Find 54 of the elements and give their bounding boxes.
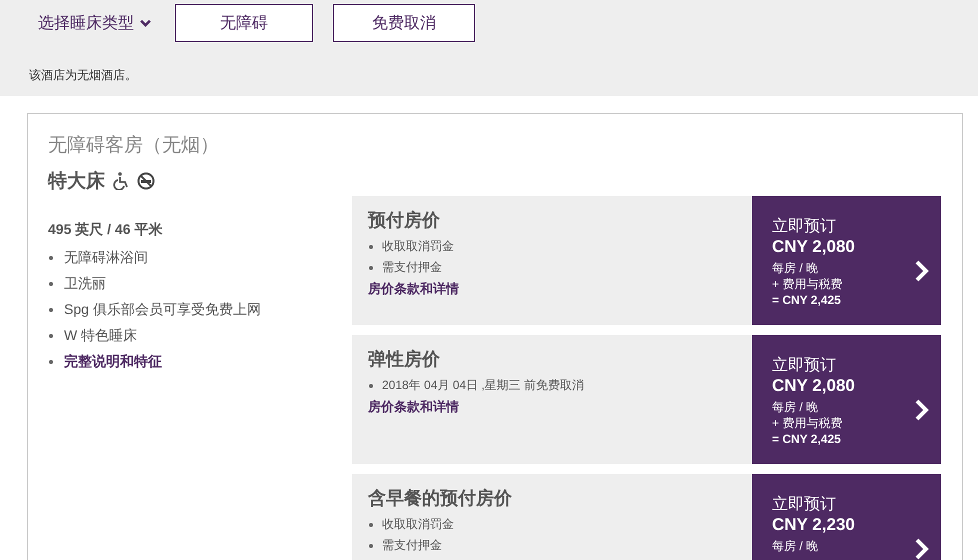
bullet-icon bbox=[49, 334, 53, 338]
wheelchair-icon bbox=[113, 172, 129, 190]
bullet-icon bbox=[369, 544, 373, 548]
price-unit: 每房 / 晚 bbox=[772, 399, 820, 415]
bullet-icon bbox=[369, 244, 373, 248]
book-now-button[interactable]: 立即预订 CNY 2,080 每房 / 晚 + 费用与税费 = CNY 2,425 bbox=[752, 335, 941, 464]
chevron-right-icon bbox=[915, 399, 929, 421]
no-smoking-icon bbox=[137, 172, 155, 190]
total-price: = CNY 2,425 bbox=[772, 431, 842, 447]
rate-name: 预付房价 bbox=[368, 209, 441, 232]
room-title: 无障碍客房（无烟） bbox=[48, 134, 220, 158]
book-label: 立即预订 bbox=[772, 356, 837, 376]
book-label: 立即预订 bbox=[772, 216, 837, 237]
rate-condition: 需支付押金 bbox=[382, 259, 442, 276]
rate-condition: 收取取消罚金 bbox=[382, 516, 454, 533]
bullet-icon bbox=[369, 384, 373, 388]
bed-type-dropdown[interactable]: 选择睡床类型 bbox=[38, 12, 155, 34]
feature-text: 卫洗丽 bbox=[64, 275, 106, 293]
book-now-button[interactable]: 立即预订 CNY 2,080 每房 / 晚 + 费用与税费 = CNY 2,425 bbox=[752, 196, 941, 325]
bullet-icon bbox=[49, 256, 53, 260]
feature-text: Spg 俱乐部会员可享受免费上网 bbox=[64, 301, 261, 319]
chevron-right-icon bbox=[915, 538, 929, 560]
bullet-icon bbox=[369, 266, 373, 270]
bullet-icon bbox=[49, 360, 53, 364]
bullet-icon bbox=[49, 282, 53, 286]
room-size: 495 英尺 / 46 平米 bbox=[48, 221, 164, 239]
price-unit: 每房 / 晚 bbox=[772, 260, 820, 276]
rate-condition: 需支付押金 bbox=[382, 537, 442, 554]
rate-condition: 2018年 04月 04日 ,星期三 前免费取消 bbox=[382, 377, 584, 394]
hotel-note: 该酒店为无烟酒店。 bbox=[29, 67, 138, 84]
bullet-icon bbox=[369, 522, 373, 526]
feature-text: 无障碍淋浴间 bbox=[64, 249, 148, 267]
filter-button[interactable]: 无障碍 bbox=[175, 4, 313, 42]
total-price: = CNY 2,425 bbox=[772, 292, 842, 308]
price-unit: 每房 / 晚 bbox=[772, 538, 820, 554]
bullet-icon bbox=[49, 308, 53, 312]
price: CNY 2,080 bbox=[772, 237, 855, 257]
price: CNY 2,080 bbox=[772, 376, 855, 396]
filter-button[interactable]: 免费取消 bbox=[333, 4, 475, 42]
fees-note: + 费用与税费 bbox=[772, 415, 844, 431]
rate-condition: 收取取消罚金 bbox=[382, 238, 454, 255]
chevron-down-icon bbox=[140, 18, 151, 28]
book-now-button[interactable]: 立即预订 CNY 2,230 每房 / 晚 bbox=[752, 474, 941, 560]
rate-terms-link[interactable]: 房价条款和详情 bbox=[368, 398, 736, 416]
fees-note: + 费用与税费 bbox=[772, 276, 844, 292]
price: CNY 2,230 bbox=[772, 515, 855, 535]
chevron-right-icon bbox=[915, 260, 929, 282]
rate-name: 弹性房价 bbox=[368, 348, 441, 371]
feature-text: W 特色睡床 bbox=[64, 327, 138, 345]
bed-type: 特大床 bbox=[48, 170, 105, 194]
details-link[interactable]: 完整说明和特征 bbox=[64, 353, 162, 371]
book-label: 立即预订 bbox=[772, 494, 837, 515]
rate-terms-link[interactable]: 房价条款和详情 bbox=[368, 280, 736, 298]
rate-name: 含早餐的预付房价 bbox=[368, 487, 513, 510]
